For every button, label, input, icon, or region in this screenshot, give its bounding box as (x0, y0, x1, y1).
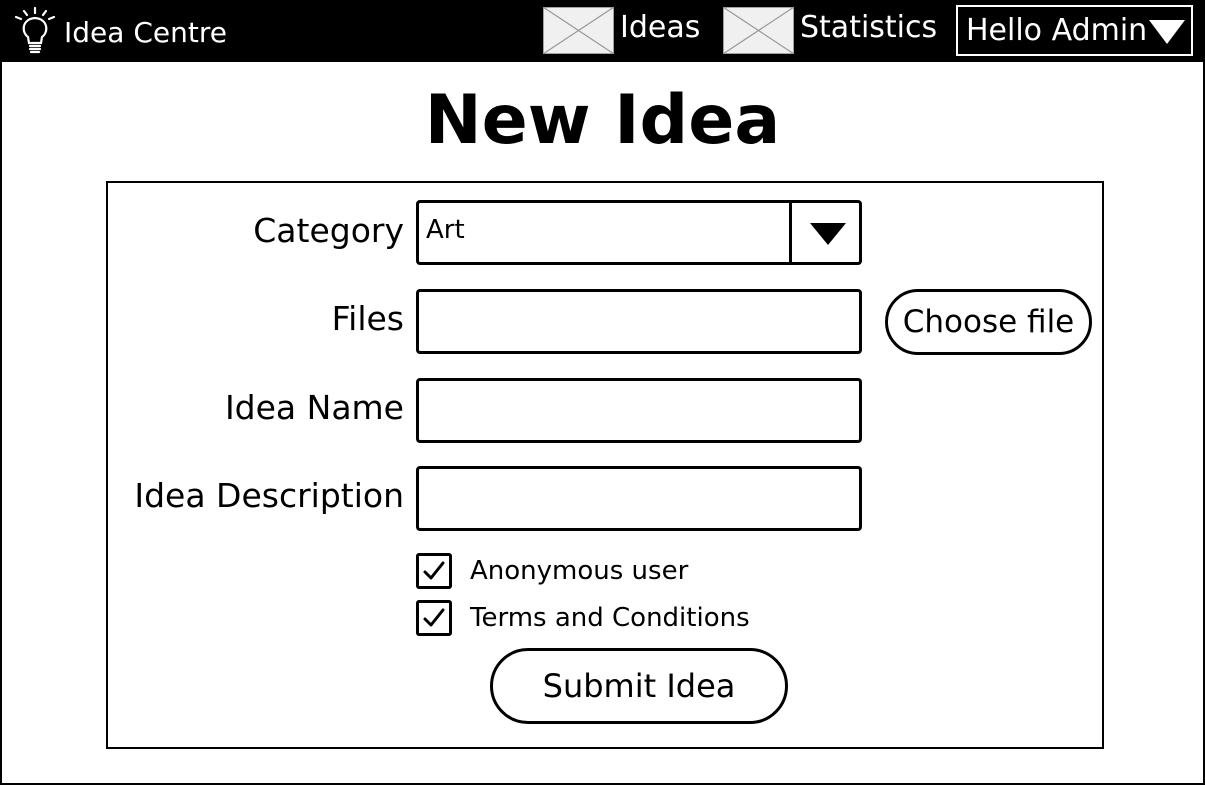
category-select[interactable]: Art (416, 200, 862, 265)
image-placeholder-icon (723, 6, 794, 54)
caret-down-icon[interactable] (810, 223, 846, 245)
files-field[interactable] (416, 289, 862, 354)
files-label: Files (331, 299, 404, 338)
idea-name-field[interactable] (416, 378, 862, 443)
new-idea-form: Category Art Files Choose file Idea Name… (106, 181, 1104, 749)
nav-ideas-label: Ideas (620, 9, 701, 45)
anonymous-user-checkbox[interactable] (416, 553, 452, 589)
caret-down-icon (1149, 20, 1185, 44)
anonymous-user-label: Anonymous user (470, 556, 689, 586)
user-greeting: Hello Admin (966, 13, 1148, 48)
idea-name-label: Idea Name (224, 388, 404, 427)
terms-checkbox[interactable] (416, 600, 452, 636)
anonymous-user-option[interactable]: Anonymous user (416, 553, 688, 589)
select-divider (789, 203, 792, 262)
nav-statistics-label: Statistics (800, 9, 938, 45)
terms-label: Terms and Conditions (470, 603, 750, 633)
lightbulb-icon (12, 6, 58, 56)
choose-file-button[interactable]: Choose file (885, 289, 1092, 355)
idea-description-label: Idea Description (134, 476, 404, 515)
user-menu-dropdown[interactable]: Hello Admin (956, 5, 1193, 56)
image-placeholder-icon (543, 6, 614, 54)
idea-description-field[interactable] (416, 466, 862, 531)
category-label: Category (253, 211, 404, 250)
category-selected-value: Art (426, 215, 465, 245)
checkmark-icon (423, 561, 445, 580)
brand-name: Idea Centre (64, 15, 227, 49)
nav-ideas[interactable]: Ideas (543, 6, 700, 54)
brand-link[interactable]: Idea Centre (12, 6, 227, 56)
top-navbar: Idea Centre Ideas Statistics Hello Admin (0, 0, 1205, 62)
terms-option[interactable]: Terms and Conditions (416, 600, 750, 636)
checkmark-icon (423, 608, 445, 627)
submit-idea-button[interactable]: Submit Idea (490, 648, 788, 724)
nav-statistics[interactable]: Statistics (723, 6, 937, 54)
page-title: New Idea (424, 81, 781, 160)
